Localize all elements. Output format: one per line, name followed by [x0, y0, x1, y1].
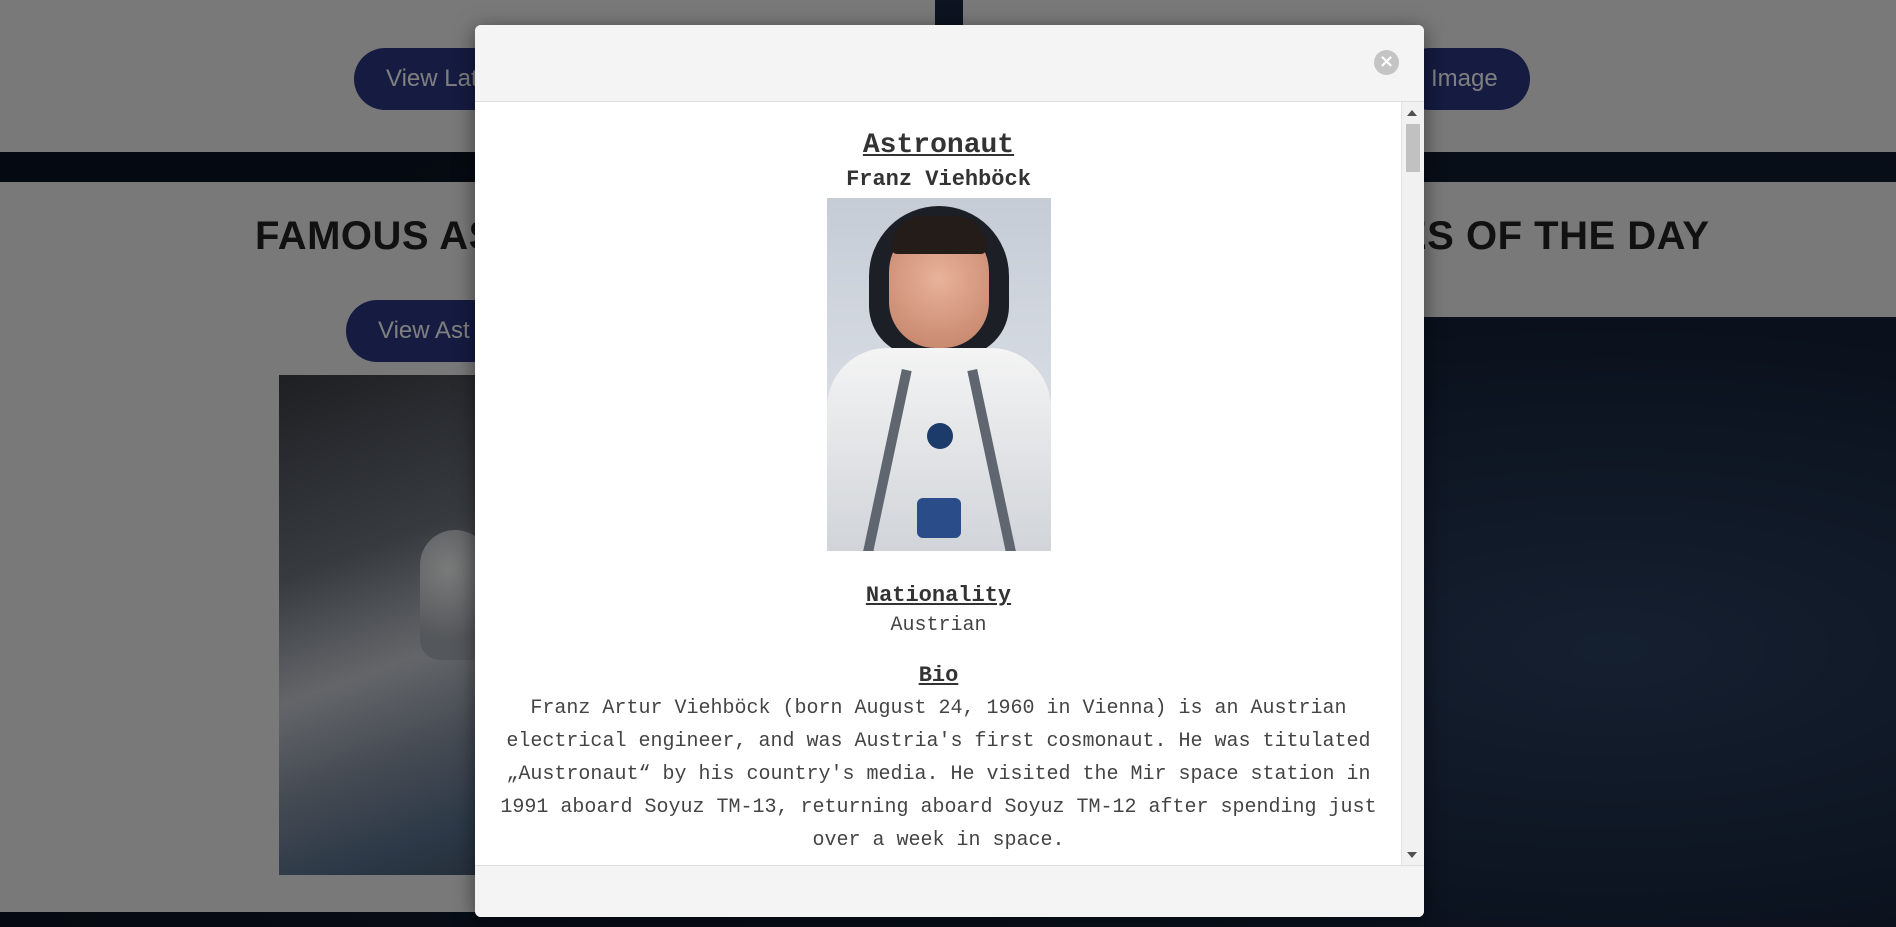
bio-text: Franz Artur Viehböck (born August 24, 19… — [500, 697, 1377, 852]
astronaut-name: Franz Viehböck — [846, 167, 1031, 192]
scroll-up-arrow-icon[interactable] — [1407, 110, 1417, 116]
bio-heading: Bio — [918, 663, 959, 688]
modal-scrollbar[interactable] — [1401, 102, 1424, 866]
nationality-value: Austrian — [890, 614, 987, 637]
suit-valve — [926, 423, 953, 449]
modal-header: × — [475, 25, 1424, 102]
nationality-heading: Nationality — [865, 583, 1012, 608]
astronaut-portrait — [826, 198, 1051, 551]
close-icon[interactable]: × — [1374, 50, 1399, 75]
hair-shape — [890, 216, 987, 254]
mission-patch — [916, 498, 961, 538]
modal-title: Astronaut — [862, 130, 1015, 161]
modal-body: Astronaut Franz Viehböck Nationality Aus… — [475, 102, 1402, 866]
scroll-thumb[interactable] — [1406, 124, 1420, 172]
modal-footer — [475, 865, 1424, 917]
astronaut-modal: × Astronaut Franz Viehböck Nationality A… — [475, 25, 1424, 917]
scroll-down-arrow-icon[interactable] — [1407, 852, 1417, 858]
